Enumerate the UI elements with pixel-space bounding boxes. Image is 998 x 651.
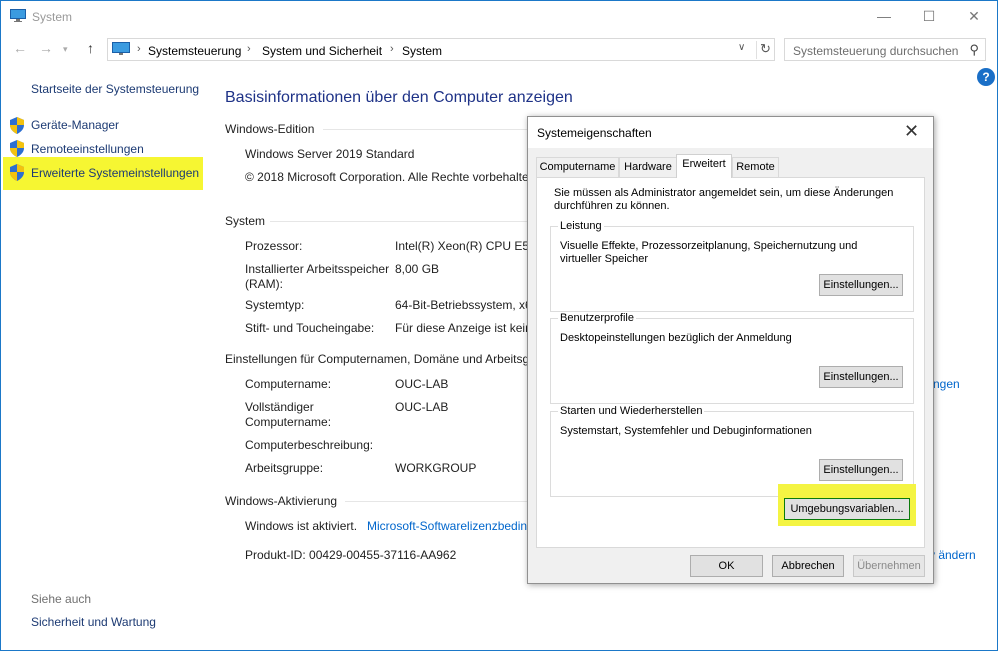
chevron-right-icon[interactable]: › [137,43,141,55]
full-computer-name-label: Vollständiger Computername: [245,400,332,429]
section-divider [270,221,528,222]
uac-shield-icon [10,117,24,134]
minimize-button[interactable]: — [861,1,907,32]
sidebar-item-geraete-manager[interactable]: Geräte-Manager [31,118,119,132]
startup-settings-button[interactable]: Einstellungen... [819,459,903,481]
group-label-user-profiles: Benutzerprofile [558,312,636,324]
refresh-icon[interactable]: ↻ [756,41,774,59]
recent-dropdown-icon[interactable]: ▾ [63,44,68,55]
search-placeholder: Systemsteuerung durchsuchen [793,44,959,58]
group-text-user-profiles: Desktopeinstellungen bezüglich der Anmel… [560,332,792,344]
ram-label: Installierter Arbeitsspeicher (RAM): [245,262,390,291]
processor-label: Prozessor: [245,239,303,253]
sidebar-item-erweiterte-systemeinstellungen[interactable]: Erweiterte Systemeinstellungen [31,166,199,180]
product-id: Produkt-ID: 00429-00455-37116-AA962 [245,548,457,562]
pen-touch-label: Stift- und Toucheingabe: [245,321,375,335]
breadcrumb-systemsteuerung[interactable]: Systemsteuerung [148,44,241,58]
tab-erweitert[interactable]: Erweitert [676,154,732,178]
cancel-button[interactable]: Abbrechen [772,555,844,577]
full-computer-name-value: OUC-LAB [395,400,449,414]
group-label-performance: Leistung [558,220,604,232]
system-type-label: Systemtyp: [245,298,305,312]
group-user-profiles: Benutzerprofile Desktopeinstellungen bez… [550,312,914,404]
section-header-computer: Einstellungen für Computernamen, Domäne … [225,352,560,366]
back-arrow-icon[interactable]: ← [13,40,27,56]
system-window: System — ☐ ✕ ← → ▾ ↑ › Systemsteuerung ›… [0,0,998,651]
section-header-activation: Windows-Aktivierung [225,494,338,508]
up-arrow-icon[interactable]: ↑ [87,40,94,56]
processor-value: Intel(R) Xeon(R) CPU E5-2 [395,239,540,253]
computer-description-label: Computerbeschreibung: [245,438,374,452]
computer-icon [10,9,26,22]
group-text-performance: Visuelle Effekte, Prozessorzeitplanung, … [560,240,858,265]
dialog-title-bar: Systemeigenschaften ✕ [528,117,933,148]
apply-button[interactable]: Übernehmen [853,555,925,577]
title-bar: System — ☐ ✕ [1,1,997,32]
uac-shield-icon [10,164,24,181]
navigation-bar: ← → ▾ ↑ › Systemsteuerung › System und S… [1,35,997,63]
dialog-title: Systemeigenschaften [537,126,652,140]
close-button[interactable]: ✕ [951,1,997,32]
activation-status: Windows ist aktiviert. [245,519,358,533]
section-divider [323,129,528,130]
search-input[interactable]: Systemsteuerung durchsuchen ⚲ [784,38,986,61]
control-panel-icon [112,42,130,55]
window-title: System [32,10,73,24]
admin-notice: Sie müssen als Administrator angemeldet … [554,187,894,212]
pen-touch-value: Für diese Anzeige ist kein [395,321,532,335]
tab-remote[interactable]: Remote [732,157,779,177]
see-also-heading: Siehe auch [31,592,92,606]
change-settings-link[interactable]: ngen [933,377,960,391]
section-divider [345,501,528,502]
edition-name: Windows Server 2019 Standard [245,147,415,161]
group-performance: Leistung Visuelle Effekte, Prozessorzeit… [550,220,914,312]
forward-arrow-icon[interactable]: → [39,40,53,56]
section-header-system: System [225,214,266,228]
chevron-right-icon[interactable]: › [247,43,251,55]
edition-copyright: © 2018 Microsoft Corporation. Alle Recht… [245,170,539,184]
chevron-down-icon[interactable]: ∨ [738,42,745,53]
computer-name-label: Computername: [245,377,332,391]
computer-name-value: OUC-LAB [395,377,449,391]
profiles-settings-button[interactable]: Einstellungen... [819,366,903,388]
breadcrumb-system-und-sicherheit[interactable]: System und Sicherheit [262,44,382,58]
tab-computername[interactable]: Computername [536,157,619,177]
page-title: Basisinformationen über den Computer anz… [225,89,573,106]
address-bar[interactable]: › Systemsteuerung › System und Sicherhei… [107,38,775,61]
sidebar-home-link[interactable]: Startseite der Systemsteuerung [31,82,199,96]
group-text-startup-recovery: Systemstart, Systemfehler und Debuginfor… [560,425,812,437]
environment-variables-button[interactable]: Umgebungsvariablen... [784,498,910,520]
sidebar-item-remoteeinstellungen[interactable]: Remoteeinstellungen [31,142,144,156]
system-properties-dialog: Systemeigenschaften ✕ Computername Hardw… [527,116,934,584]
dialog-close-button[interactable]: ✕ [904,121,919,142]
group-label-startup-recovery: Starten und Wiederherstellen [558,405,705,417]
search-icon[interactable]: ⚲ [969,42,979,58]
breadcrumb-system[interactable]: System [402,44,442,58]
see-also-security-link[interactable]: Sicherheit und Wartung [31,615,156,629]
workgroup-value: WORKGROUP [395,461,477,475]
workgroup-label: Arbeitsgruppe: [245,461,324,475]
maximize-button[interactable]: ☐ [906,1,952,32]
system-type-value: 64-Bit-Betriebssystem, x6 [395,298,532,312]
uac-shield-icon [10,140,24,157]
help-icon[interactable]: ? [977,68,995,86]
ram-value: 8,00 GB [395,262,440,276]
performance-settings-button[interactable]: Einstellungen... [819,274,903,296]
tab-hardware[interactable]: Hardware [619,157,677,177]
chevron-right-icon[interactable]: › [390,43,394,55]
section-header-edition: Windows-Edition [225,122,315,136]
ok-button[interactable]: OK [690,555,763,577]
change-product-key-link[interactable]: y ändern [929,548,976,562]
